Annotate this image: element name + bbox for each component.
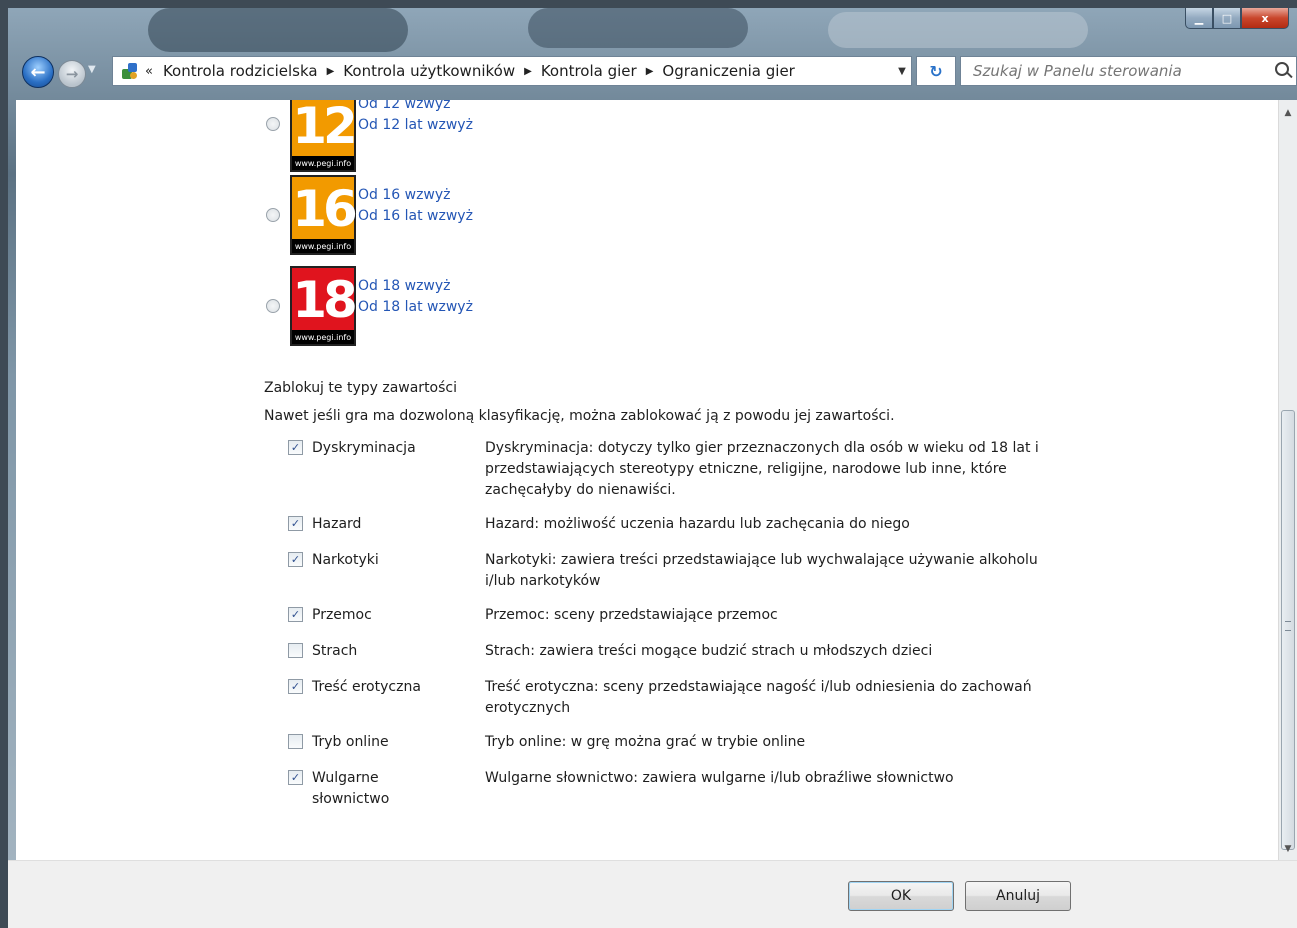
rating-label[interactable]: Od 18 lat wzwyż xyxy=(358,297,473,318)
glass-decoration xyxy=(148,8,408,52)
content-type-checkbox[interactable]: ✓ xyxy=(288,440,303,455)
rating-label[interactable]: Od 12 wzwyż xyxy=(358,100,451,115)
back-arrow-icon: ← xyxy=(30,61,46,83)
breadcrumb-separator-icon[interactable]: ▶ xyxy=(327,66,335,77)
content-type-name[interactable]: Przemoc xyxy=(312,605,452,626)
rating-label[interactable]: Od 16 lat wzwyż xyxy=(358,206,473,227)
scroll-thumb[interactable] xyxy=(1281,410,1295,850)
ok-button[interactable]: OK xyxy=(848,881,954,911)
content-type-checkbox[interactable]: ✓ xyxy=(288,607,303,622)
scroll-grip-icon xyxy=(1285,621,1291,631)
rating-radio[interactable] xyxy=(266,208,280,222)
content-type-name[interactable]: Strach xyxy=(312,641,452,662)
pegi-12-icon: 12 www.pegi.info xyxy=(290,100,358,172)
back-button[interactable]: ← xyxy=(22,56,54,88)
forward-button[interactable]: → xyxy=(58,60,86,88)
content-type-name[interactable]: Narkotyki xyxy=(312,550,452,571)
address-bar[interactable]: « Kontrola rodzicielska ▶ Kontrola użytk… xyxy=(112,56,912,86)
history-dropdown-icon[interactable]: ▼ xyxy=(88,64,96,75)
content-type-checkbox[interactable]: ✓ xyxy=(288,679,303,694)
breadcrumb-separator-icon[interactable]: ▶ xyxy=(524,66,532,77)
content-type-checkbox[interactable]: ✓ xyxy=(288,552,303,567)
breadcrumb-item[interactable]: Kontrola gier xyxy=(541,62,637,80)
navigation-bar: ← → ▼ « Kontrola rodzicielska ▶ Kontrola… xyxy=(8,52,1297,96)
content-type-description: Wulgarne słownictwo: zawiera wulgarne i/… xyxy=(485,770,954,786)
pegi-site: www.pegi.info xyxy=(292,330,354,344)
glass-decoration xyxy=(528,8,748,48)
cancel-button[interactable]: Anuluj xyxy=(965,881,1071,911)
breadcrumb-item[interactable]: Kontrola rodzicielska xyxy=(163,62,318,80)
pegi-number: 12 xyxy=(292,100,358,155)
pegi-18-icon: 18 www.pegi.info xyxy=(290,266,358,346)
content-type-name[interactable]: Dyskryminacja xyxy=(312,438,452,459)
caption-buttons: ▁ □ x xyxy=(1185,8,1289,30)
vertical-scrollbar[interactable]: ▲ ▼ xyxy=(1278,100,1297,860)
glass-decoration xyxy=(828,12,1088,48)
content-type-name[interactable]: Wulgarne słownictwo xyxy=(312,768,422,810)
content-type-description: Hazard: możliwość uczenia hazardu lub za… xyxy=(485,516,910,532)
close-button[interactable]: x xyxy=(1241,8,1289,29)
refresh-button[interactable]: ↻ xyxy=(916,56,956,86)
rating-label[interactable]: Od 16 wzwyż xyxy=(358,185,451,206)
content-type-checkbox[interactable] xyxy=(288,734,303,749)
content-type-description: Treść erotyczna: sceny przedstawiające n… xyxy=(485,679,1032,716)
rating-label[interactable]: Od 18 wzwyż xyxy=(358,276,451,297)
content-type-checkbox[interactable] xyxy=(288,643,303,658)
section-description: Nawet jeśli gra ma dozwoloną klasyfikacj… xyxy=(264,408,895,424)
dialog-footer: OK Anuluj xyxy=(8,860,1297,928)
breadcrumb-separator-icon[interactable]: ▶ xyxy=(646,66,654,77)
pegi-site: www.pegi.info xyxy=(292,156,354,170)
rating-radio[interactable] xyxy=(266,299,280,313)
pegi-site: www.pegi.info xyxy=(292,239,354,253)
search-icon[interactable] xyxy=(1275,62,1289,76)
content-type-description: Tryb online: w grę można grać w trybie o… xyxy=(485,734,806,750)
pegi-16-icon: 16 www.pegi.info xyxy=(290,175,358,255)
content-type-checkbox[interactable]: ✓ xyxy=(288,516,303,531)
breadcrumb-overflow[interactable]: « xyxy=(145,64,153,79)
content-type-name[interactable]: Treść erotyczna xyxy=(312,677,452,698)
breadcrumb-item[interactable]: Kontrola użytkowników xyxy=(343,62,515,80)
maximize-button[interactable]: □ xyxy=(1213,8,1241,29)
scroll-down-icon[interactable]: ▼ xyxy=(1282,842,1294,856)
content-type-description: Narkotyki: zawiera treści przedstawiając… xyxy=(485,552,1038,589)
content-type-name[interactable]: Hazard xyxy=(312,514,452,535)
content-type-description: Strach: zawiera treści mogące budzić str… xyxy=(485,643,933,659)
content-type-description: Dyskryminacja: dotyczy tylko gier przezn… xyxy=(485,440,1039,498)
control-panel-icon xyxy=(121,62,139,80)
scroll-up-icon[interactable]: ▲ xyxy=(1282,106,1294,120)
minimize-button[interactable]: ▁ xyxy=(1185,8,1213,29)
content-area: 12 www.pegi.info Od 12 wzwyż Od 12 lat w… xyxy=(16,100,1278,860)
section-title: Zablokuj te typy zawartości xyxy=(264,380,457,396)
rating-label[interactable]: Od 12 lat wzwyż xyxy=(358,115,473,136)
search-input[interactable] xyxy=(960,56,1297,86)
breadcrumb-item[interactable]: Ograniczenia gier xyxy=(662,62,794,80)
refresh-icon: ↻ xyxy=(929,61,943,81)
content-type-checkbox[interactable]: ✓ xyxy=(288,770,303,785)
pegi-number: 18 xyxy=(292,271,358,329)
pegi-number: 16 xyxy=(292,180,358,238)
forward-arrow-icon: → xyxy=(65,65,79,83)
content-type-name[interactable]: Tryb online xyxy=(312,732,452,753)
address-dropdown-icon[interactable]: ▼ xyxy=(891,57,913,85)
rating-radio[interactable] xyxy=(266,117,280,131)
content-type-description: Przemoc: sceny przedstawiające przemoc xyxy=(485,607,778,623)
